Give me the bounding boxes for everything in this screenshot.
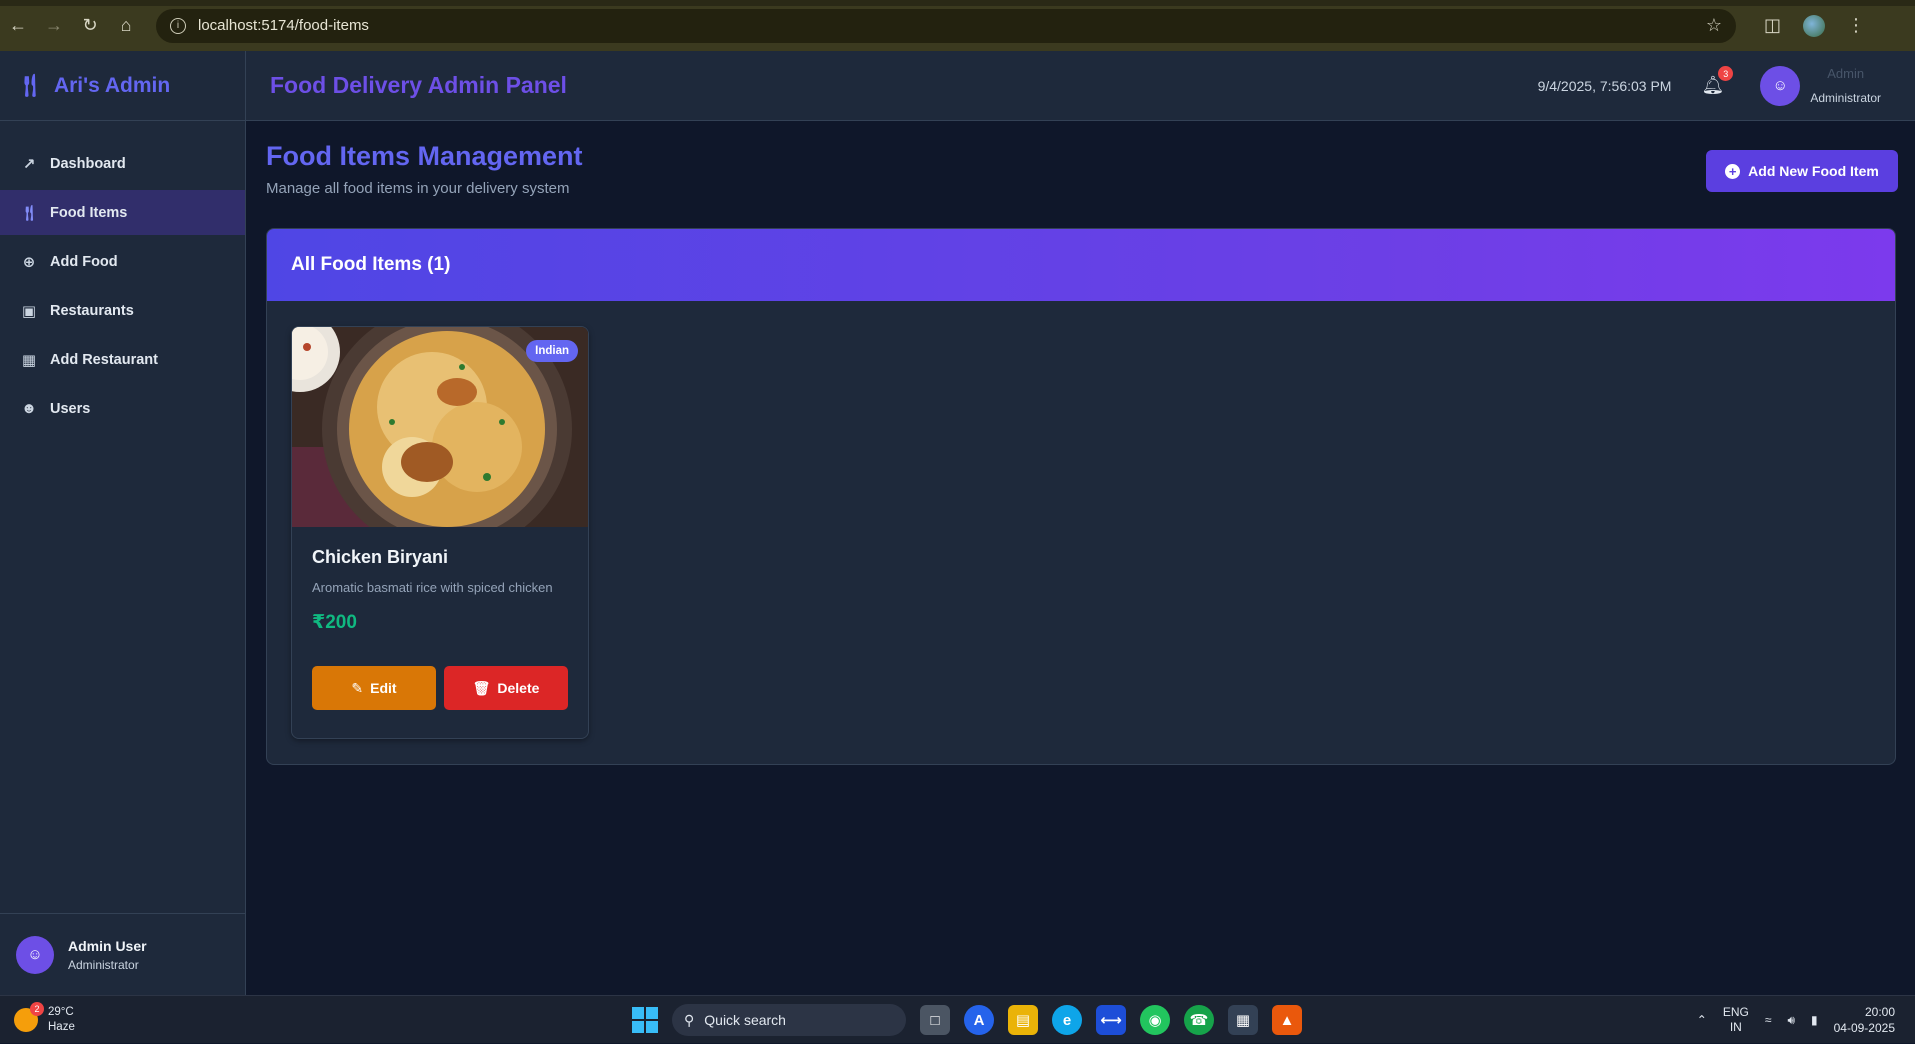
add-new-food-item-button[interactable]: + Add New Food Item xyxy=(1706,150,1898,192)
header-user-name: Admin xyxy=(1827,66,1865,81)
panel-title: All Food Items (1) xyxy=(291,254,451,275)
sidebar-user[interactable]: ☺ Admin User Administrator xyxy=(0,913,245,995)
food-items-panel: All Food Items (1) Indian Chicken Biryan… xyxy=(266,228,1896,765)
trash-icon: 🗑︎ xyxy=(472,679,491,696)
system-clock[interactable]: 20:00 04-09-2025 xyxy=(1834,1004,1895,1036)
plus-circle-icon: ⊕ xyxy=(22,253,36,271)
weather-sun-icon: 2 xyxy=(14,1001,44,1032)
food-card: Indian Chicken Biryani Aromatic basmati … xyxy=(291,326,589,739)
sidebar-item-label: Dashboard xyxy=(50,155,126,172)
weather-temperature: 29°C xyxy=(48,1005,74,1018)
sidebar-item-food-items[interactable]: 🍴︎ Food Items xyxy=(0,190,245,235)
edit-label: Edit xyxy=(370,680,397,696)
brand[interactable]: 🍴︎ Ari's Admin xyxy=(0,51,245,121)
page-subtitle: Manage all food items in your delivery s… xyxy=(266,180,570,197)
sidebar-item-label: Add Restaurant xyxy=(50,351,158,368)
clock-date: 04-09-2025 xyxy=(1833,1021,1895,1035)
header-datetime: 9/4/2025, 7:56:03 PM xyxy=(1537,77,1672,94)
app-icon[interactable]: ▦ xyxy=(1228,1005,1258,1035)
sidebar-item-users[interactable]: ☻ Users xyxy=(0,386,245,431)
tab-strip xyxy=(0,0,1915,6)
reload-icon[interactable]: ↻ xyxy=(72,8,108,44)
sidebar-item-label: Food Items xyxy=(50,204,128,221)
plus-circle-icon: + xyxy=(1725,163,1741,179)
user-avatar-icon: ☺ xyxy=(16,935,54,974)
sidebar-item-dashboard[interactable]: ↗ Dashboard xyxy=(0,141,245,186)
sidebar-user-role: Administrator xyxy=(68,957,139,972)
home-icon[interactable]: ⌂ xyxy=(108,8,144,44)
notification-bell-icon[interactable]: 🔔︎ 3 xyxy=(1701,66,1734,96)
bookmark-star-icon[interactable]: ☆ xyxy=(1706,15,1722,36)
panel-header: All Food Items (1) xyxy=(267,229,1895,301)
windows-start-icon[interactable] xyxy=(632,1007,658,1033)
sidebar-item-add-restaurant[interactable]: ▦ Add Restaurant xyxy=(0,337,245,382)
whatsapp-icon[interactable]: ☎ xyxy=(1184,1005,1214,1035)
sidebar-item-add-food[interactable]: ⊕ Add Food xyxy=(0,239,245,284)
edit-button[interactable]: ✎ Edit xyxy=(312,666,436,710)
task-view-icon[interactable]: □ xyxy=(920,1005,950,1035)
battery-icon[interactable]: ▮ xyxy=(1811,1013,1818,1027)
cuisine-badge: Indian xyxy=(526,340,578,362)
chrome-browser-icon[interactable]: ◉ xyxy=(1140,1005,1170,1035)
back-icon[interactable]: ← xyxy=(0,8,36,44)
store-app-icon[interactable]: A xyxy=(964,1005,994,1035)
top-header: Food Delivery Admin Panel 9/4/2025, 7:56… xyxy=(246,51,1915,121)
utensils-icon: 🍴︎ xyxy=(20,204,40,222)
sidebar-item-label: Restaurants xyxy=(50,302,134,319)
forward-icon[interactable]: → xyxy=(36,8,72,44)
chevron-up-icon[interactable]: ⌃ xyxy=(1697,1013,1707,1027)
os-taskbar: 2 29°C Haze ⚲ Quick search □ A ▤ e ⟷ ◉ ☎… xyxy=(0,995,1915,1043)
chart-line-icon: ↗ xyxy=(22,155,36,173)
weather-condition: Haze xyxy=(48,1020,75,1033)
clock-time: 20:00 xyxy=(1864,1005,1895,1019)
region-code: IN xyxy=(1729,1020,1742,1034)
language-indicator[interactable]: ENG IN xyxy=(1723,1005,1749,1035)
search-icon: ⚲ xyxy=(684,1011,695,1028)
sidebar-item-label: Users xyxy=(50,400,91,417)
food-name: Chicken Biryani xyxy=(312,547,449,567)
sidebar-menu: ↗ Dashboard 🍴︎ Food Items ⊕ Add Food ▣ R… xyxy=(0,141,245,431)
browser-toolbar: ← → ↻ ⌂ i localhost:5174/food-items ☆ ◫ … xyxy=(0,0,1915,51)
search-placeholder: Quick search xyxy=(704,1012,786,1028)
file-explorer-icon[interactable]: ▤ xyxy=(1008,1005,1038,1035)
language-code: ENG xyxy=(1722,1005,1749,1019)
url-text: localhost:5174/food-items xyxy=(198,17,369,34)
utensils-logo-icon: 🍴︎ xyxy=(16,72,44,98)
header-avatar-icon[interactable]: ☺ xyxy=(1760,65,1801,106)
store-icon: ▣ xyxy=(21,302,37,320)
notification-badge: 3 xyxy=(1718,66,1734,81)
header-title: Food Delivery Admin Panel xyxy=(270,72,567,98)
food-price: ₹200 xyxy=(312,612,357,633)
delete-button[interactable]: 🗑︎ Delete xyxy=(444,666,568,710)
sidebar-item-label: Add Food xyxy=(50,253,118,270)
site-info-icon[interactable]: i xyxy=(170,17,186,34)
wifi-icon[interactable]: ≈ xyxy=(1765,1013,1772,1027)
page-title: Food Items Management xyxy=(266,141,583,171)
volume-icon[interactable]: 🔊︎ xyxy=(1787,1013,1795,1028)
food-image: Indian xyxy=(292,327,588,527)
building-icon: ▦ xyxy=(21,351,37,369)
brave-browser-icon[interactable]: ▲ xyxy=(1272,1005,1302,1035)
add-button-label: Add New Food Item xyxy=(1748,163,1879,179)
sidebar-user-name: Admin User xyxy=(68,937,147,954)
weather-widget[interactable]: 2 29°C Haze xyxy=(14,1001,75,1035)
food-description: Aromatic basmati rice with spiced chicke… xyxy=(312,580,553,595)
browser-menu-icon[interactable]: ⋮ xyxy=(1847,15,1865,36)
edge-browser-icon[interactable]: e xyxy=(1052,1005,1082,1035)
sidebar-item-restaurants[interactable]: ▣ Restaurants xyxy=(0,288,245,333)
weather-badge: 2 xyxy=(30,1001,44,1016)
brand-name: Ari's Admin xyxy=(53,73,171,97)
main-content: Food Items Management Manage all food it… xyxy=(246,121,1915,995)
vscode-icon[interactable]: ⟷ xyxy=(1096,1005,1126,1035)
extensions-icon[interactable]: ◫ xyxy=(1764,15,1781,36)
taskbar-search[interactable]: ⚲ Quick search xyxy=(672,1004,906,1036)
profile-avatar-icon[interactable] xyxy=(1803,14,1826,37)
users-icon: ☻ xyxy=(21,400,37,417)
edit-icon: ✎ xyxy=(351,679,364,696)
address-bar[interactable]: i localhost:5174/food-items ☆ xyxy=(156,8,1736,43)
sidebar: 🍴︎ Ari's Admin ↗ Dashboard 🍴︎ Food Items… xyxy=(0,51,246,995)
delete-label: Delete xyxy=(497,680,540,696)
header-user-role: Administrator xyxy=(1810,91,1881,105)
